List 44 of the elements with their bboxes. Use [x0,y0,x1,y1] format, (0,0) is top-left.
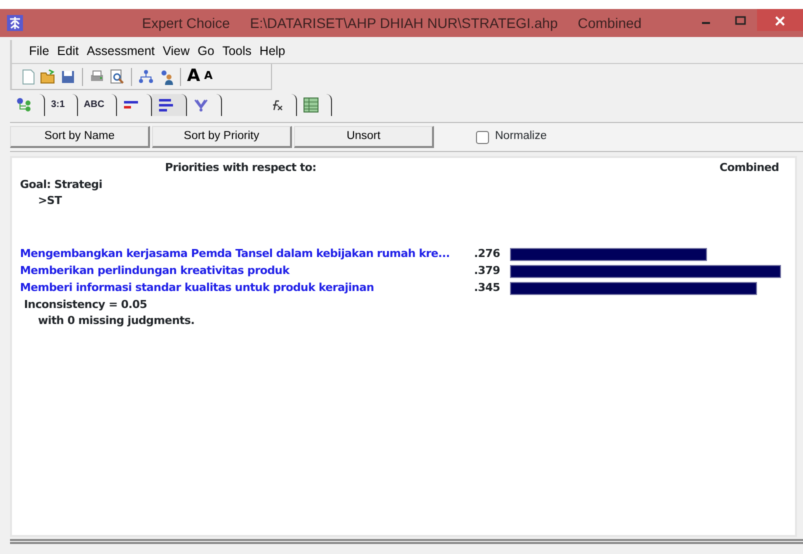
app-icon [6,14,24,32]
sort-button[interactable]: Sort by Priority [152,126,292,148]
view-tab[interactable] [152,94,188,116]
maximize-icon [734,16,746,26]
close-icon [775,16,785,26]
table-icon [303,97,320,113]
alternative-name: Memberikan perlindungan kreativitas produk [20,262,291,279]
missing-judgments-text: with 0 missing judgments. [38,313,196,329]
sort-button[interactable]: Unsort [294,126,434,148]
menu-item[interactable]: Assessment [84,41,158,62]
window-title: Expert Choice [142,14,230,33]
priority-value: .345 [474,280,501,296]
save-icon[interactable] [60,68,76,84]
close-button[interactable] [757,9,803,31]
menu-item[interactable]: View [160,41,193,62]
menu-item[interactable]: Go [194,41,218,62]
report-heading: Priorities with respect to: [165,160,316,176]
bar-chart-icon [158,97,174,113]
folder-icon[interactable] [40,68,56,84]
priority-value: .379 [474,262,501,279]
inconsistency-text: Inconsistency = 0.05 [24,296,148,312]
window-title: Combined [578,14,642,32]
mode-label: Combined [719,160,779,176]
sort-button[interactable]: Sort by Name [10,126,150,148]
font-decrease-button[interactable]: A [204,68,213,85]
priority-value: .276 [474,246,501,262]
window-title: E:\DATARISET\AHP DHIAH NUR\STRATEGI.ahp [250,14,558,33]
menu-item[interactable]: Help [256,41,288,62]
alternative-name: Memberi informasi standar kualitas untuk produk kerajinan [20,280,375,296]
view-tab[interactable]: 3:1 [45,94,78,116]
checkbox-label: Normalize [495,129,547,144]
hierarchy-icon [16,97,32,113]
sensitivity-icon [193,97,210,113]
menu-item[interactable]: File [26,41,52,62]
goal-label: Goal: Strategi [20,176,104,192]
menu-item[interactable]: Edit [54,41,82,62]
preview-icon[interactable] [109,68,125,84]
node-label: >ST [38,193,63,209]
menu-item[interactable]: Tools [219,41,255,62]
font-increase-button[interactable]: A [187,64,200,90]
hierarchy-icon[interactable] [138,68,154,84]
alternative-name: Mengembangkan kerjasama Pemda Tansel dalam kebijakan rumah kre... [20,246,451,262]
view-tab[interactable]: ABC [78,94,118,116]
normalize-checkbox[interactable] [476,130,489,144]
